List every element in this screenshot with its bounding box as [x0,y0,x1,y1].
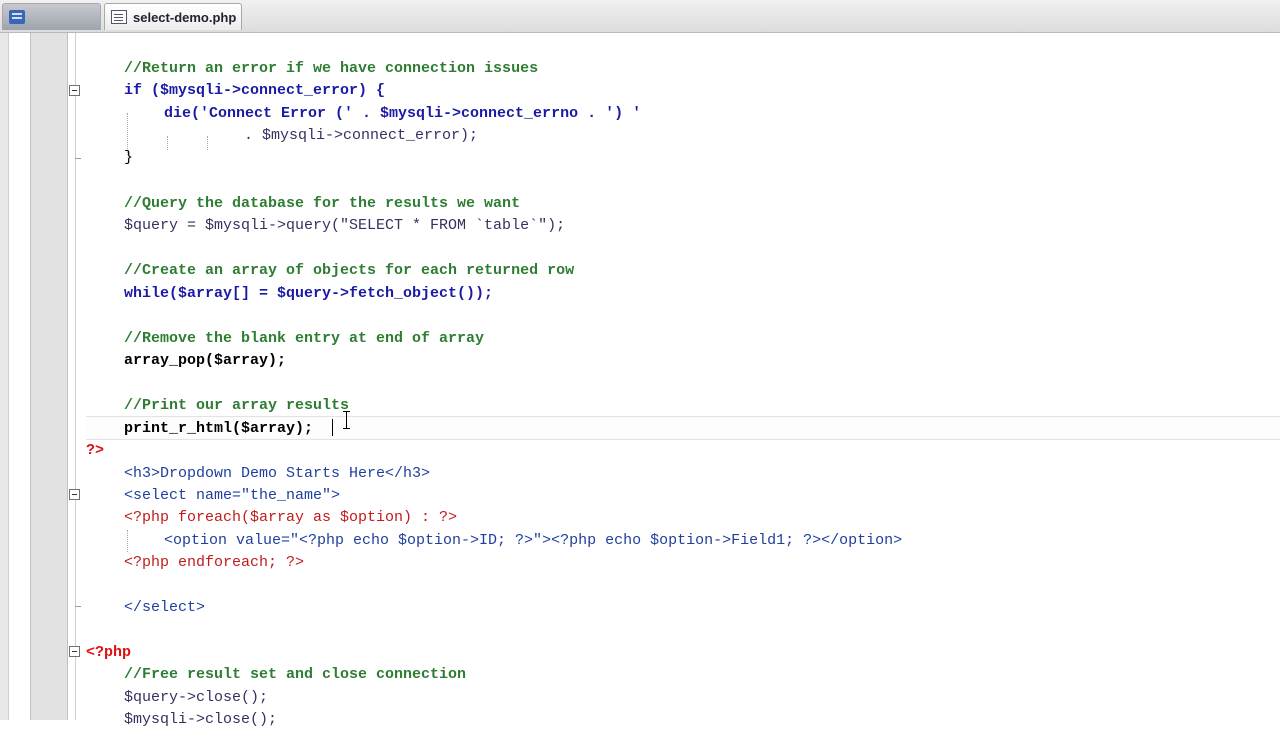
code-line: <?php foreach($array as $option) : ?> [124,509,458,526]
code-line: //Query the database for the results we … [124,195,521,212]
code-line: //Create an array of objects for each re… [124,262,575,279]
code-line: //Return an error if we have connection … [124,60,539,77]
code-line: array_pop($array); [124,352,287,369]
indent-guide [167,136,168,150]
code-line: if ($mysqli->connect_error) { [124,82,386,99]
editor-tab-bar: select-demo.php [0,0,1280,33]
tab-database[interactable] [2,3,101,30]
code-line: while($array[] = $query->fetch_object())… [124,285,494,302]
line-number-gutter [30,33,68,720]
ibeam-cursor-icon [343,410,351,430]
indent-guide [127,530,128,552]
code-line: $query->close(); [124,689,269,706]
indent-guide [207,136,208,150]
database-icon [9,10,25,24]
code-line: . $mysqli->connect_error); [244,127,479,144]
code-line: //Free result set and close connection [124,666,467,683]
code-line: <?php endforeach; ?> [124,554,305,571]
tab-select-demo-php[interactable]: select-demo.php [104,3,242,30]
file-icon [111,10,127,24]
code-line: } [124,149,134,166]
left-panel-strip [0,33,9,720]
fold-toggle-icon[interactable] [69,646,80,657]
code-line: <select name="the_name"> [124,487,341,504]
text-caret [332,419,333,436]
code-line: ?> [86,442,105,459]
code-line: //Print our array results [124,397,350,414]
tab-label: select-demo.php [133,9,237,25]
code-line: <h3>Dropdown Demo Starts Here</h3> [124,465,431,482]
fold-end-marker [75,606,81,607]
code-line: //Remove the blank entry at end of array [124,330,485,347]
code-editor[interactable]: //Return an error if we have connection … [86,33,1280,728]
fold-toggle-icon[interactable] [69,489,80,500]
code-line: <option value="<?php echo $option->ID; ?… [164,532,903,549]
code-line: print_r_html($array); [124,420,314,437]
code-line: $mysqli->close(); [124,711,278,728]
code-line: <?php [86,644,132,661]
code-line: </select> [124,599,206,616]
code-line: $query = $mysqli->query("SELECT * FROM `… [124,217,566,234]
fold-toggle-icon[interactable] [69,85,80,96]
fold-guide-line [75,33,76,720]
fold-end-marker [75,158,81,159]
code-line: die('Connect Error (' . $mysqli->connect… [164,105,642,122]
